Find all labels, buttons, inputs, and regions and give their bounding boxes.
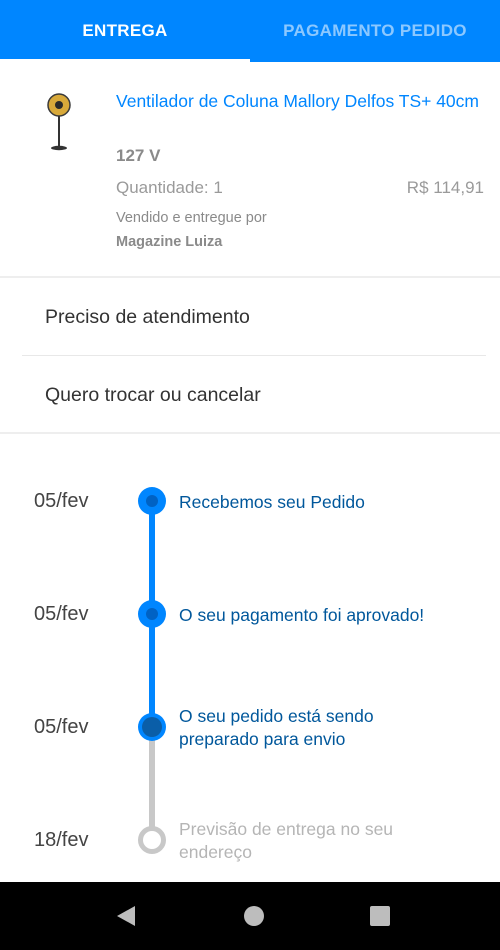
timeline-node-done [138, 487, 166, 515]
tab-pagamento-pedido[interactable]: PAGAMENTO PEDIDO [250, 0, 500, 62]
timeline-line-pending [149, 728, 155, 840]
product-voltage: 127 V [116, 146, 161, 165]
recents-square-icon [370, 906, 390, 926]
home-circle-icon [244, 906, 264, 926]
timeline-date: 05/fev [34, 716, 89, 738]
timeline-step-text: Recebemos seu Pedido [179, 492, 365, 512]
sold-by-label: Vendido e entregue por [116, 210, 267, 226]
timeline-date: 18/fev [34, 829, 89, 851]
product-price: R$ 114,91 [406, 178, 484, 197]
timeline-date: 05/fev [34, 603, 89, 625]
timeline-date: 05/fev [34, 490, 89, 512]
order-tracking-screen: ENTREGA PAGAMENTO PEDIDO Ventilador de C… [0, 0, 500, 950]
help-button[interactable]: Preciso de atendimento [0, 278, 500, 356]
timeline-node-pending [138, 826, 166, 854]
timeline-node-current [138, 713, 166, 741]
back-button[interactable] [96, 882, 156, 950]
recents-button[interactable] [350, 882, 410, 950]
seller-name: Magazine Luiza [116, 234, 223, 250]
home-button[interactable] [224, 882, 284, 950]
product-title[interactable]: Ventilador de Coluna Mallory Delfos TS+ … [116, 90, 486, 113]
product-quantity: Quantidade: 1 [116, 178, 223, 197]
exchange-cancel-button[interactable]: Quero trocar ou cancelar [0, 356, 500, 434]
timeline-step-text: O seu pedido está sendo preparado para e… [179, 706, 374, 749]
timeline-node-done [138, 600, 166, 628]
standing-fan-icon [47, 93, 71, 151]
tab-entrega[interactable]: ENTREGA [0, 0, 250, 62]
product-card[interactable]: Ventilador de Coluna Mallory Delfos TS+ … [0, 62, 500, 276]
tab-bar: ENTREGA PAGAMENTO PEDIDO [0, 0, 500, 62]
timeline-step-text: O seu pagamento foi aprovado! [179, 605, 425, 625]
delivery-timeline: 05/fev Recebemos seu Pedido 05/fev O seu… [0, 434, 500, 882]
timeline-step-text: Previsão de entrega no seu endereço [179, 819, 394, 862]
system-navigation-bar [0, 882, 500, 950]
back-triangle-icon [117, 906, 135, 926]
